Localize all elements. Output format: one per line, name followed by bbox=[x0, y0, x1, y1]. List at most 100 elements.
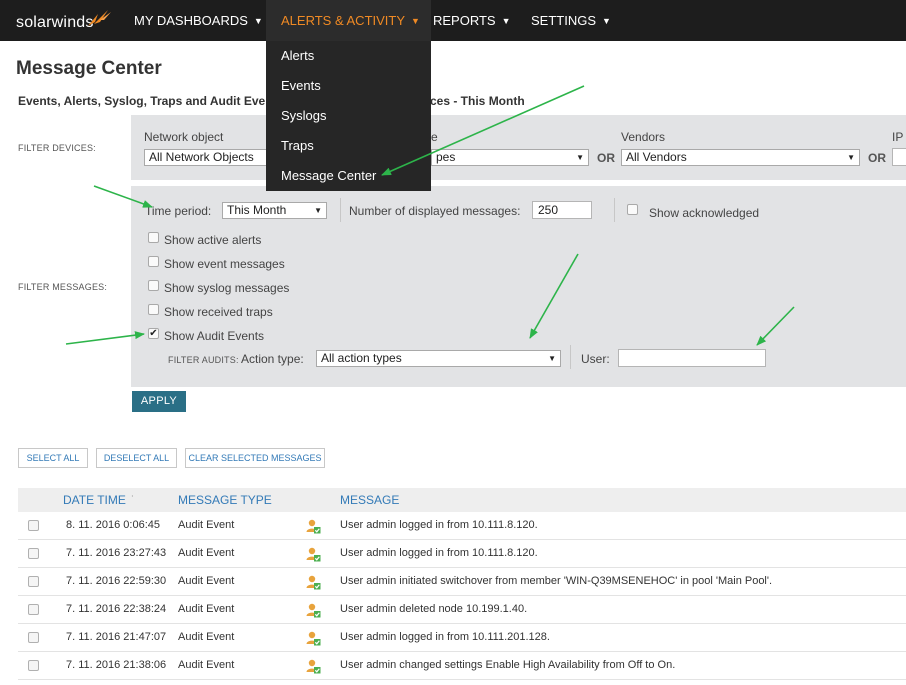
user-label: User: bbox=[581, 352, 610, 366]
filter-messages-label: FILTER MESSAGES: bbox=[18, 282, 108, 292]
nav-reports[interactable]: REPORTS ▼ bbox=[433, 0, 511, 41]
action-type-label: Action type: bbox=[241, 352, 304, 366]
row-checkbox[interactable] bbox=[28, 604, 39, 615]
type-value: pes bbox=[436, 150, 456, 164]
row-message-type: Audit Event bbox=[178, 603, 235, 615]
nav-settings-label: SETTINGS bbox=[531, 13, 597, 28]
audit-user-icon bbox=[306, 575, 321, 590]
row-message: User admin logged in from 10.111.201.128… bbox=[340, 631, 550, 643]
messages-table-header: DATE TIME ˙ MESSAGE TYPE MESSAGE bbox=[18, 488, 906, 512]
select-all-button[interactable]: SELECT ALL bbox=[18, 448, 88, 468]
time-period-select[interactable]: This Month ▼ bbox=[222, 202, 327, 219]
type-select[interactable]: pes ▼ bbox=[431, 149, 589, 166]
row-message: User admin changed settings Enable High … bbox=[340, 659, 676, 671]
column-message-type[interactable]: MESSAGE TYPE bbox=[178, 488, 272, 512]
show-acknowledged-checkbox[interactable] bbox=[627, 204, 638, 215]
vendors-select[interactable]: All Vendors ▼ bbox=[621, 149, 860, 166]
page-title: Message Center bbox=[16, 58, 162, 79]
dropdown-item-events[interactable]: Events bbox=[266, 72, 431, 100]
table-row[interactable]: 7. 11. 2016 21:47:07 Audit Event User admi… bbox=[18, 624, 906, 652]
vendors-value: All Vendors bbox=[626, 150, 687, 164]
select-arrow-icon: ▼ bbox=[314, 206, 322, 215]
show-event-messages-checkbox[interactable] bbox=[148, 256, 159, 267]
table-row[interactable]: 7. 11. 2016 23:27:43 Audit Event User admi… bbox=[18, 540, 906, 568]
or-label: OR bbox=[597, 151, 615, 165]
column-message[interactable]: MESSAGE bbox=[340, 488, 399, 512]
row-date-time: 7. 11. 2016 21:38:06 bbox=[66, 659, 167, 671]
row-message-type: Audit Event bbox=[178, 659, 235, 671]
row-checkbox[interactable] bbox=[28, 520, 39, 531]
table-row[interactable]: 7. 11. 2016 22:59:30 Audit Event User admi… bbox=[18, 568, 906, 596]
row-checkbox[interactable] bbox=[28, 660, 39, 671]
dropdown-item-alerts[interactable]: Alerts bbox=[266, 42, 431, 70]
time-period-label: Time period: bbox=[145, 204, 212, 218]
action-type-value: All action types bbox=[321, 351, 402, 365]
show-active-alerts-checkbox[interactable] bbox=[148, 232, 159, 243]
filter-devices-panel: Network object All Network Objects e pes… bbox=[131, 115, 906, 180]
row-date-time: 7. 11. 2016 23:27:43 bbox=[66, 547, 167, 559]
show-syslog-messages-checkbox[interactable] bbox=[148, 280, 159, 291]
show-audit-events-checkbox[interactable]: ✔ bbox=[148, 328, 159, 339]
row-date-time: 7. 11. 2016 21:47:07 bbox=[66, 631, 167, 643]
row-message: User admin initiated switchover from mem… bbox=[340, 575, 773, 587]
caret-down-icon: ▼ bbox=[602, 16, 611, 26]
caret-down-icon: ▼ bbox=[411, 16, 420, 26]
show-received-traps-label: Show received traps bbox=[164, 305, 273, 319]
filter-audits-label: FILTER AUDITS: bbox=[168, 355, 239, 365]
show-event-messages-label: Show event messages bbox=[164, 257, 285, 271]
num-messages-label: Number of displayed messages: bbox=[349, 204, 521, 218]
dropdown-item-syslogs[interactable]: Syslogs bbox=[266, 102, 431, 130]
page-subtitle-right: ces - This Month bbox=[430, 94, 525, 108]
action-type-select[interactable]: All action types ▼ bbox=[316, 350, 561, 367]
top-navigation-bar: solarwinds MY DASHBOARDS ▼ ALERTS & ACTIV… bbox=[0, 0, 906, 41]
caret-down-icon: ▼ bbox=[253, 16, 263, 26]
row-checkbox[interactable] bbox=[28, 632, 39, 643]
table-row[interactable]: 7. 11. 2016 21:38:06 Audit Event User admi… bbox=[18, 652, 906, 680]
audit-user-icon bbox=[306, 547, 321, 562]
row-message-type: Audit Event bbox=[178, 519, 235, 531]
row-date-time: 7. 11. 2016 22:38:24 bbox=[66, 603, 167, 615]
audit-user-icon bbox=[306, 631, 321, 646]
ip-input[interactable] bbox=[892, 148, 906, 166]
row-message: User admin logged in from 10.111.8.120. bbox=[340, 547, 538, 559]
audit-user-icon bbox=[306, 519, 321, 534]
row-message-type: Audit Event bbox=[178, 631, 235, 643]
nav-my-dashboards-label: MY DASHBOARDS bbox=[134, 13, 248, 28]
row-date-time: 8. 11. 2016 0:06:45 bbox=[66, 519, 160, 531]
or-label-2: OR bbox=[868, 151, 886, 165]
audit-user-icon bbox=[306, 603, 321, 618]
table-row[interactable]: 7. 11. 2016 22:38:24 Audit Event User admi… bbox=[18, 596, 906, 624]
nav-reports-label: REPORTS bbox=[433, 13, 496, 28]
network-object-select[interactable]: All Network Objects bbox=[144, 149, 274, 166]
column-date-time[interactable]: DATE TIME bbox=[63, 488, 126, 512]
clear-selected-messages-button[interactable]: CLEAR SELECTED MESSAGES bbox=[185, 448, 325, 468]
divider-3 bbox=[570, 345, 571, 369]
nav-settings[interactable]: SETTINGS ▼ bbox=[531, 0, 611, 41]
divider-2 bbox=[614, 198, 615, 222]
filter-devices-label: FILTER DEVICES: bbox=[18, 143, 96, 153]
show-active-alerts-label: Show active alerts bbox=[164, 233, 262, 247]
user-input[interactable] bbox=[618, 349, 766, 367]
nav-alerts-activity[interactable]: ALERTS & ACTIVITY ▼ bbox=[266, 0, 431, 41]
row-checkbox[interactable] bbox=[28, 548, 39, 559]
network-object-label: Network object bbox=[144, 130, 224, 144]
network-object-value: All Network Objects bbox=[149, 150, 254, 164]
select-arrow-icon: ▼ bbox=[576, 153, 584, 162]
num-messages-value: 250 bbox=[538, 203, 559, 217]
row-checkbox[interactable] bbox=[28, 576, 39, 587]
deselect-all-button[interactable]: DESELECT ALL bbox=[96, 448, 177, 468]
row-message: User admin deleted node 10.199.1.40. bbox=[340, 603, 528, 615]
show-audit-events-label: Show Audit Events bbox=[164, 329, 265, 343]
show-acknowledged-label: Show acknowledged bbox=[649, 206, 760, 220]
show-received-traps-checkbox[interactable] bbox=[148, 304, 159, 315]
dropdown-item-traps[interactable]: Traps bbox=[266, 132, 431, 160]
show-syslog-messages-label: Show syslog messages bbox=[164, 281, 290, 295]
logo-swoosh-icon bbox=[88, 10, 111, 26]
dropdown-item-message-center[interactable]: Message Center bbox=[266, 162, 431, 190]
table-row[interactable]: 8. 11. 2016 0:06:45 Audit Event User admin… bbox=[18, 512, 906, 540]
apply-button[interactable]: APPLY bbox=[132, 391, 186, 412]
sort-icon[interactable]: ˙ bbox=[131, 488, 135, 512]
num-messages-input[interactable]: 250 bbox=[532, 201, 592, 219]
nav-my-dashboards[interactable]: MY DASHBOARDS ▼ bbox=[134, 0, 263, 41]
row-message: User admin logged in from 10.111.8.120. bbox=[340, 519, 538, 531]
